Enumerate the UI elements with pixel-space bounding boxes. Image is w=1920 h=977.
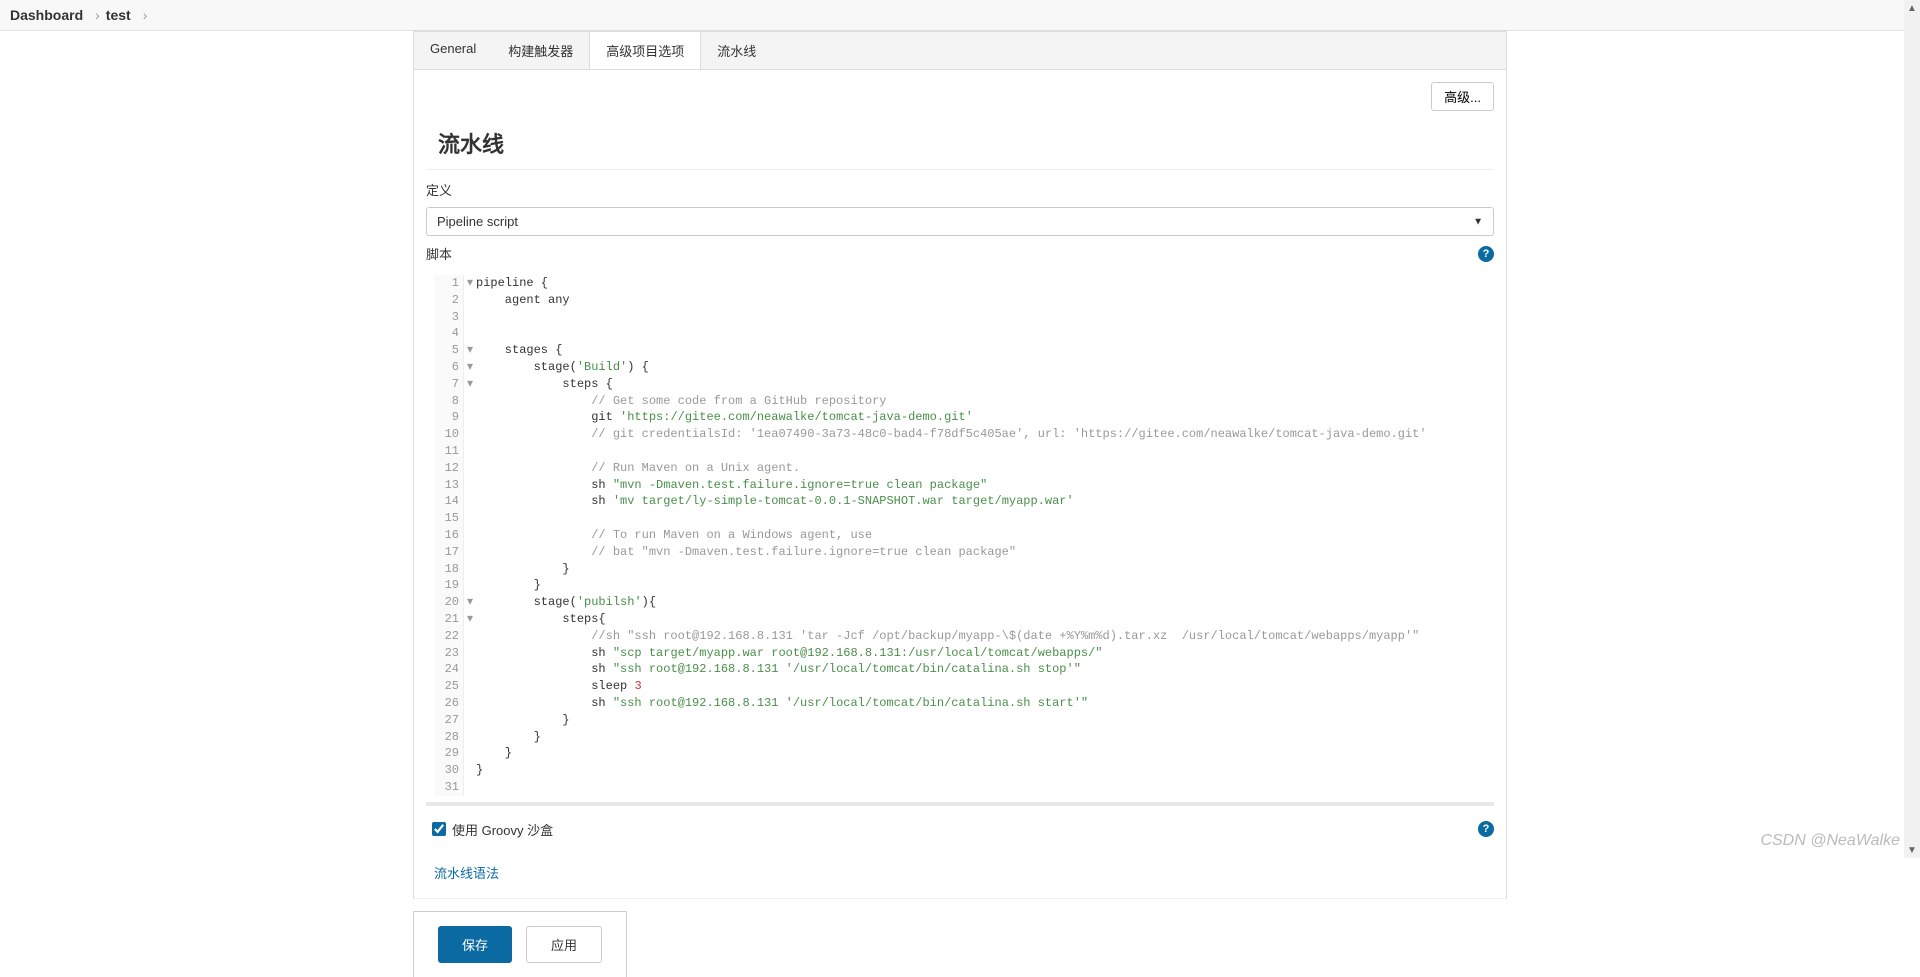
code-line[interactable]: 28 }: [434, 729, 1486, 746]
scrollbar[interactable]: ▲ ▼: [1904, 0, 1920, 858]
chevron-right-icon: ›: [143, 7, 148, 23]
scroll-up-icon[interactable]: ▲: [1904, 0, 1920, 16]
code-line[interactable]: 27 }: [434, 712, 1486, 729]
help-icon[interactable]: ?: [1478, 246, 1494, 262]
code-line[interactable]: 17 // bat "mvn -Dmaven.test.failure.igno…: [434, 544, 1486, 561]
code-line[interactable]: 29 }: [434, 745, 1486, 762]
chevron-down-icon: ▼: [1473, 216, 1483, 227]
code-line[interactable]: 2 agent any: [434, 292, 1486, 309]
code-line[interactable]: 31: [434, 779, 1486, 796]
code-line[interactable]: 7▾ steps {: [434, 376, 1486, 393]
action-buttons: 保存 应用: [413, 911, 627, 977]
code-line[interactable]: 20▾ stage('pubilsh'){: [434, 594, 1486, 611]
watermark: CSDN @NeaWalke: [1760, 832, 1900, 850]
definition-label: 定义: [414, 180, 1506, 203]
breadcrumb: Dashboard › test ›: [0, 0, 1920, 31]
code-line[interactable]: 14 sh 'mv target/ly-simple-tomcat-0.0.1-…: [434, 493, 1486, 510]
save-button[interactable]: 保存: [438, 926, 512, 963]
breadcrumb-root[interactable]: Dashboard: [10, 7, 83, 23]
code-line[interactable]: 18 }: [434, 561, 1486, 578]
code-line[interactable]: 4: [434, 325, 1486, 342]
code-line[interactable]: 23 sh "scp target/myapp.war root@192.168…: [434, 645, 1486, 662]
script-label: 脚本: [426, 244, 452, 263]
code-line[interactable]: 1▾pipeline {: [434, 275, 1486, 292]
definition-select[interactable]: Pipeline script ▼: [426, 207, 1494, 236]
code-line[interactable]: 21▾ steps{: [434, 611, 1486, 628]
definition-value: Pipeline script: [437, 214, 518, 229]
breadcrumb-item[interactable]: test: [106, 7, 131, 23]
code-line[interactable]: 26 sh "ssh root@192.168.8.131 '/usr/loca…: [434, 695, 1486, 712]
code-line[interactable]: 5▾ stages {: [434, 342, 1486, 359]
code-line[interactable]: 19 }: [434, 577, 1486, 594]
code-line[interactable]: 6▾ stage('Build') {: [434, 359, 1486, 376]
code-line[interactable]: 22 //sh "ssh root@192.168.8.131 'tar -Jc…: [434, 628, 1486, 645]
apply-button[interactable]: 应用: [526, 926, 602, 963]
tab-general[interactable]: General: [414, 32, 492, 69]
pipeline-syntax-link[interactable]: 流水线语法: [434, 866, 499, 881]
code-line[interactable]: 12 // Run Maven on a Unix agent.: [434, 460, 1486, 477]
code-line[interactable]: 13 sh "mvn -Dmaven.test.failure.ignore=t…: [434, 477, 1486, 494]
groovy-sandbox-checkbox[interactable]: 使用 Groovy 沙盒: [432, 820, 553, 839]
scroll-down-icon[interactable]: ▼: [1904, 842, 1920, 858]
chevron-right-icon: ›: [95, 7, 100, 23]
tab-pipeline[interactable]: 流水线: [701, 32, 772, 69]
tab-advanced-options[interactable]: 高级项目选项: [589, 32, 701, 69]
code-line[interactable]: 24 sh "ssh root@192.168.8.131 '/usr/loca…: [434, 661, 1486, 678]
code-line[interactable]: 11: [434, 443, 1486, 460]
help-icon[interactable]: ?: [1478, 821, 1494, 837]
code-line[interactable]: 9 git 'https://gitee.com/neawalke/tomcat…: [434, 409, 1486, 426]
advanced-button[interactable]: 高级...: [1431, 82, 1494, 111]
code-line[interactable]: 15: [434, 510, 1486, 527]
code-line[interactable]: 8 // Get some code from a GitHub reposit…: [434, 393, 1486, 410]
section-title-pipeline: 流水线: [426, 121, 1494, 170]
code-line[interactable]: 16 // To run Maven on a Windows agent, u…: [434, 527, 1486, 544]
code-line[interactable]: 30 }: [434, 762, 1486, 779]
sandbox-input[interactable]: [432, 822, 446, 836]
code-line[interactable]: 25 sleep 3: [434, 678, 1486, 695]
config-tabs: General 构建触发器 高级项目选项 流水线: [413, 31, 1507, 69]
sandbox-label: 使用 Groovy 沙盒: [452, 820, 553, 839]
code-line[interactable]: 10 // git credentialsId: '1ea07490-3a73-…: [434, 426, 1486, 443]
script-editor[interactable]: 1▾pipeline {2 agent any3 4 5▾ stages {6▾…: [434, 271, 1486, 796]
code-line[interactable]: 3: [434, 309, 1486, 326]
tab-triggers[interactable]: 构建触发器: [492, 32, 589, 69]
config-panel: 高级... 流水线 定义 Pipeline script ▼ 脚本 ? 1▾pi…: [413, 69, 1507, 899]
